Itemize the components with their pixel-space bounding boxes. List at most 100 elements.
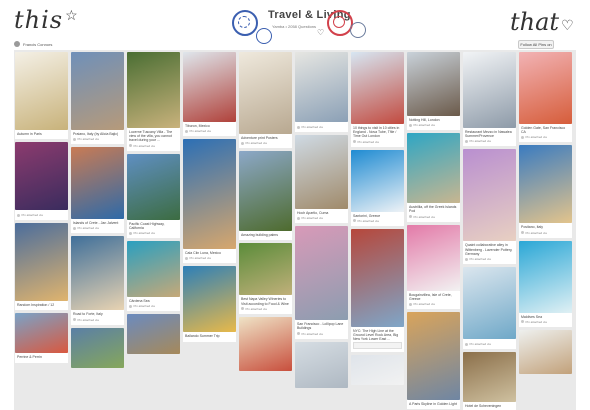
pin-source[interactable]: Pin attached via: [129, 304, 178, 308]
pin-card[interactable]: Golden Gate, San Francisco CA Pin attache…: [519, 52, 572, 143]
pin-source[interactable]: Pin attached via: [17, 213, 66, 217]
pin-image[interactable]: [407, 133, 460, 204]
avatar[interactable]: [14, 41, 20, 47]
pin-source[interactable]: Pin attached via: [521, 320, 570, 324]
pin-image[interactable]: [239, 52, 292, 134]
pin-source[interactable]: Pin attached via: [73, 137, 122, 141]
pin-card[interactable]: Autumn in Paris: [15, 52, 68, 140]
pin-image[interactable]: [295, 226, 348, 321]
pin-card[interactable]: Maldives Sea Pin attached via: [519, 240, 572, 327]
pin-image[interactable]: [519, 52, 572, 124]
pin-card[interactable]: [351, 355, 404, 386]
pin-card[interactable]: San Francisco - Lollipop Lane Buildings P…: [295, 226, 348, 339]
pin-image[interactable]: [71, 147, 124, 220]
pin-image[interactable]: [71, 52, 124, 130]
pin-image[interactable]: [127, 314, 180, 355]
pin-source[interactable]: Pin attached via: [409, 123, 458, 127]
pin-image[interactable]: [519, 145, 572, 224]
pin-image[interactable]: [239, 151, 292, 232]
pin-source[interactable]: Pin attached via: [465, 139, 514, 143]
pin-card[interactable]: Perrine & Perrin: [15, 313, 68, 363]
pin-source[interactable]: Pin attached via: [129, 231, 178, 235]
pin-card[interactable]: Amazing building palms: [239, 151, 292, 241]
pin-source[interactable]: Pin attached via: [129, 144, 178, 148]
pin-image[interactable]: [407, 312, 460, 401]
pin-card[interactable]: Hoch Apartlo, Cuma Pin attached via: [295, 135, 348, 224]
pin-image[interactable]: [295, 52, 348, 122]
pin-card[interactable]: Best Napa Valley Wineries to Visit accor…: [239, 243, 292, 314]
pin-card[interactable]: Hotel de Scheveningen: [463, 352, 516, 410]
pin-image[interactable]: [295, 341, 348, 388]
pin-card[interactable]: Bougainvillea, Isle of Crete, Greece Pin …: [407, 224, 460, 310]
pin-card[interactable]: Austrillia, off the Greek Islands Pod Pin…: [407, 133, 460, 222]
pin-image[interactable]: [127, 153, 180, 220]
pin-image[interactable]: [15, 313, 68, 354]
pin-card[interactable]: Pin attached via: [463, 267, 516, 350]
pin-image[interactable]: [351, 355, 404, 386]
pin-source[interactable]: Pin attached via: [241, 307, 290, 311]
pin-image[interactable]: [71, 327, 124, 368]
pin-image[interactable]: [127, 241, 180, 298]
pin-card[interactable]: NYC: The High Line at the Ground Level R…: [351, 228, 404, 353]
pin-card[interactable]: Bailando Summer Trip: [183, 266, 236, 342]
pin-source[interactable]: Pin attached via: [353, 219, 402, 223]
pin-card[interactable]: Tiburon, Mexico Pin attached via: [183, 52, 236, 137]
pin-card[interactable]: Notting Hill, London Pin attached via: [407, 52, 460, 131]
pin-card[interactable]: Road to Forte, Italy Pin attached via: [71, 236, 124, 325]
comment-input[interactable]: [353, 342, 402, 350]
pin-source[interactable]: Pin attached via: [409, 215, 458, 219]
pin-image[interactable]: [463, 149, 516, 242]
pin-source[interactable]: Pin attached via: [241, 141, 290, 145]
pin-card[interactable]: Lucerne Tuscany Villa - The view of the …: [127, 52, 180, 151]
pin-image[interactable]: [463, 267, 516, 340]
pin-image[interactable]: [463, 52, 516, 128]
pin-image[interactable]: [183, 266, 236, 333]
pin-card[interactable]: Pacific Coast Highway, California Pin att…: [127, 153, 180, 239]
pin-source[interactable]: Pin attached via: [297, 216, 346, 220]
pin-card[interactable]: Quaint collaborative alley in Wittenberg…: [463, 149, 516, 265]
pin-image[interactable]: [15, 52, 68, 130]
pin-image[interactable]: [519, 329, 572, 374]
pin-card[interactable]: Random Inspiration / 12: [15, 223, 68, 311]
pin-card[interactable]: Pin attached via: [15, 142, 68, 221]
pin-card[interactable]: A Paris Skyline in Golden Light: [407, 312, 460, 410]
pin-image[interactable]: [407, 52, 460, 116]
pin-image[interactable]: [183, 139, 236, 250]
pin-card[interactable]: Pin attached via: [295, 52, 348, 132]
pin-source[interactable]: Pin attached via: [465, 342, 514, 346]
pin-image[interactable]: [295, 135, 348, 209]
pin-card[interactable]: Restaurant Mezzo in Nawalea Summer/Prove…: [463, 52, 516, 147]
pin-image[interactable]: [463, 352, 516, 403]
pin-card[interactable]: Positano, Italy Pin attached via: [519, 145, 572, 238]
pin-image[interactable]: [351, 228, 404, 327]
pin-source[interactable]: Pin attached via: [297, 125, 346, 129]
pin-card[interactable]: [519, 329, 572, 374]
pin-image[interactable]: [71, 236, 124, 311]
pin-source[interactable]: Pin attached via: [73, 226, 122, 230]
pin-card[interactable]: Praiano, Italy (by Alicia Bajic) Pin atta…: [71, 52, 124, 145]
pin-source[interactable]: Pin attached via: [465, 257, 514, 261]
pin-card[interactable]: 10 things to visit in 10 cities in Engla…: [351, 52, 404, 147]
pin-image[interactable]: [127, 52, 180, 128]
pin-source[interactable]: Pin attached via: [185, 129, 234, 133]
pin-source[interactable]: Pin attached via: [409, 302, 458, 306]
owner-name[interactable]: Francis Connors: [23, 42, 52, 47]
pin-card[interactable]: Cala Ciin Luna, Mexico Pin attached via: [183, 139, 236, 264]
pin-source[interactable]: Pin attached via: [353, 140, 402, 144]
pin-card[interactable]: [295, 341, 348, 388]
pin-card[interactable]: Santorini, Greece Pin attached via: [351, 149, 404, 226]
pin-source[interactable]: Pin attached via: [521, 135, 570, 139]
pin-image[interactable]: [351, 149, 404, 212]
pin-image[interactable]: [351, 52, 404, 124]
follow-board-button[interactable]: Follow All Pins on Board: [518, 40, 554, 54]
board-owner[interactable]: Francis Connors: [14, 40, 52, 48]
pin-source[interactable]: Pin attached via: [297, 332, 346, 336]
pin-image[interactable]: [519, 240, 572, 313]
pin-image[interactable]: [239, 316, 292, 371]
pin-card[interactable]: Islands of Crete - Jan Jalvent Pin attach…: [71, 147, 124, 234]
pin-card[interactable]: [239, 316, 292, 371]
pin-source[interactable]: Pin attached via: [185, 256, 234, 260]
pin-image[interactable]: [15, 223, 68, 302]
pin-image[interactable]: [15, 142, 68, 211]
pin-card[interactable]: Adventure print Posters Pin attached via: [239, 52, 292, 149]
